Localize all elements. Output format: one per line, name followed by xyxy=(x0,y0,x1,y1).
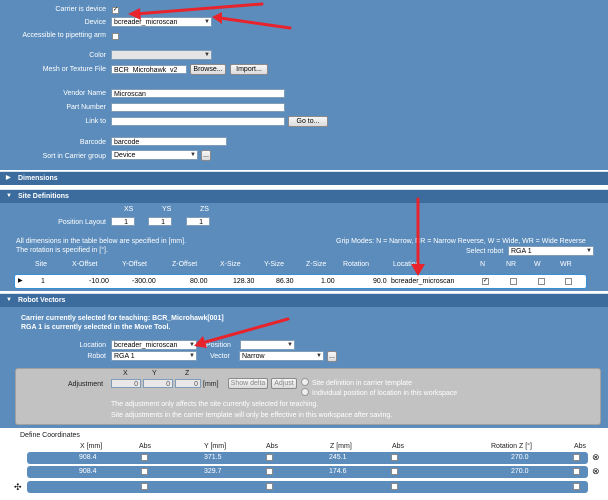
arrow-carrier-is-device xyxy=(133,2,264,16)
arrow-location-select xyxy=(200,317,290,345)
arrowhead xyxy=(128,8,141,20)
arrow-device-select xyxy=(218,16,292,30)
annotation-arrows xyxy=(128,2,425,348)
arrowhead xyxy=(212,12,222,24)
arrowhead xyxy=(411,264,425,276)
